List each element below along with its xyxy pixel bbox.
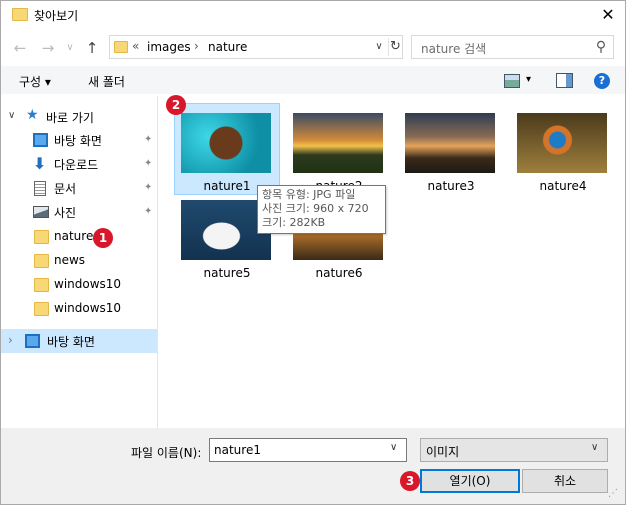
open-button[interactable]: 열기(O) <box>420 469 520 493</box>
sidebar-item-windows10[interactable]: windows10 <box>0 273 157 297</box>
pin-icon: ✦ <box>144 182 153 193</box>
refresh-button[interactable]: ↻ <box>388 38 402 56</box>
chevron-down-icon[interactable]: ∨ <box>8 110 15 121</box>
sidebar-item-desktop-root[interactable]: › 바탕 화면 <box>1 329 157 353</box>
tooltip-dimensions: 사진 크기: 960 x 720 <box>262 202 369 215</box>
folder-icon <box>12 8 28 21</box>
search-icon[interactable]: ⚲ <box>593 39 609 55</box>
chevron-right-icon[interactable]: › <box>8 333 13 347</box>
address-bar[interactable]: « images › nature ∨ ↻ <box>109 35 403 59</box>
thumbnail-nature3[interactable] <box>405 113 495 173</box>
pin-icon: ✦ <box>144 206 153 217</box>
pictures-icon <box>33 206 49 218</box>
folder-icon <box>34 278 49 292</box>
download-icon: ⬇ <box>33 154 47 173</box>
sidebar-item-nature[interactable]: nature <box>0 225 157 249</box>
sidebar-item-news[interactable]: news <box>0 249 157 273</box>
callout-badge-1: 1 <box>93 228 113 248</box>
address-overflow[interactable]: « <box>132 39 139 53</box>
sidebar-item-label: windows10 <box>54 277 122 291</box>
callout-badge-3: 3 <box>400 471 420 491</box>
sidebar-item-desktop[interactable]: 바탕 화면 ✦ <box>0 128 157 152</box>
search-input[interactable]: nature 검색 <box>421 40 486 57</box>
sidebar-item-documents[interactable]: 문서 ✦ <box>0 176 157 200</box>
filetype-select[interactable]: 이미지 ∨ <box>420 438 608 462</box>
filetype-value[interactable]: 이미지 <box>426 443 459 460</box>
document-icon <box>34 181 46 196</box>
thumbnail-nature1[interactable] <box>181 113 271 173</box>
resize-grip-icon[interactable]: ⋰ <box>608 488 618 499</box>
thumbnail-nature4[interactable] <box>517 113 607 173</box>
filename-value[interactable]: nature1 <box>214 443 261 457</box>
callout-badge-2: 2 <box>166 95 186 115</box>
up-button[interactable]: ↑ <box>82 38 102 58</box>
folder-icon <box>34 230 49 244</box>
tooltip-size: 크기: 282KB <box>262 216 326 229</box>
help-icon[interactable]: ? <box>594 73 610 89</box>
pin-icon: ✦ <box>144 134 153 145</box>
breadcrumb-separator[interactable]: › <box>194 39 199 53</box>
sidebar-item-label: 바탕 화면 <box>54 134 102 148</box>
sidebar-item-windows10-2[interactable]: windows10 <box>0 297 157 321</box>
pin-icon: ✦ <box>144 158 153 169</box>
chevron-down-icon[interactable]: ∨ <box>591 442 598 453</box>
new-folder-button[interactable]: 새 폴더 <box>88 73 125 90</box>
chevron-down-icon[interactable]: ∨ <box>390 442 397 453</box>
desktop-icon <box>25 334 40 348</box>
sidebar-item-label: windows10 <box>54 301 122 315</box>
preview-pane-icon[interactable] <box>556 73 573 88</box>
folder-icon <box>114 41 128 53</box>
sidebar-item-quick-access[interactable]: 바로 가기 <box>46 109 94 126</box>
filename-field[interactable]: nature1 ∨ <box>209 438 407 462</box>
sidebar-item-label: 사진 <box>54 206 77 220</box>
star-icon: ★ <box>26 107 39 123</box>
sidebar-item-pictures[interactable]: 사진 ✦ <box>0 200 157 224</box>
sidebar-item-label: news <box>54 253 86 267</box>
filename-label: 파일 이름(N): <box>131 446 202 460</box>
search-box[interactable]: nature 검색 ⚲ <box>411 35 614 59</box>
file-name[interactable]: nature5 <box>171 266 283 280</box>
view-dropdown-button[interactable]: ▾ <box>526 74 531 85</box>
sidebar-item-label: 바탕 화면 <box>47 335 95 349</box>
forward-button[interactable]: → <box>38 38 58 58</box>
sidebar-item-label: 문서 <box>54 182 77 196</box>
desktop-icon <box>33 133 48 147</box>
file-tooltip: 항목 유형: JPG 파일 사진 크기: 960 x 720 크기: 282KB <box>257 185 386 234</box>
organize-button[interactable]: 구성 ▾ <box>19 73 51 90</box>
sidebar-item-label: nature <box>54 229 94 243</box>
address-dropdown-button[interactable]: ∨ <box>372 39 386 55</box>
recent-locations-button[interactable]: ∨ <box>60 38 80 58</box>
close-button[interactable]: ✕ <box>596 4 620 26</box>
breadcrumb-nature[interactable]: nature <box>208 40 247 54</box>
cancel-button[interactable]: 취소 <box>522 469 608 493</box>
breadcrumb-images[interactable]: images <box>147 40 191 54</box>
folder-icon <box>34 254 49 268</box>
change-view-icon[interactable] <box>504 74 520 88</box>
file-name[interactable]: nature3 <box>395 179 507 193</box>
file-name[interactable]: nature4 <box>507 179 619 193</box>
thumbnail-nature2[interactable] <box>293 113 383 173</box>
folder-icon <box>34 302 49 316</box>
title-bar <box>1 1 625 31</box>
sidebar-item-downloads[interactable]: ⬇ 다운로드 ✦ <box>0 152 157 176</box>
sidebar-item-label: 다운로드 <box>54 158 99 172</box>
back-button[interactable]: ← <box>10 38 30 58</box>
tooltip-type: 항목 유형: JPG 파일 <box>262 188 356 201</box>
file-name[interactable]: nature6 <box>283 266 395 280</box>
window-title: 찾아보기 <box>34 9 79 23</box>
